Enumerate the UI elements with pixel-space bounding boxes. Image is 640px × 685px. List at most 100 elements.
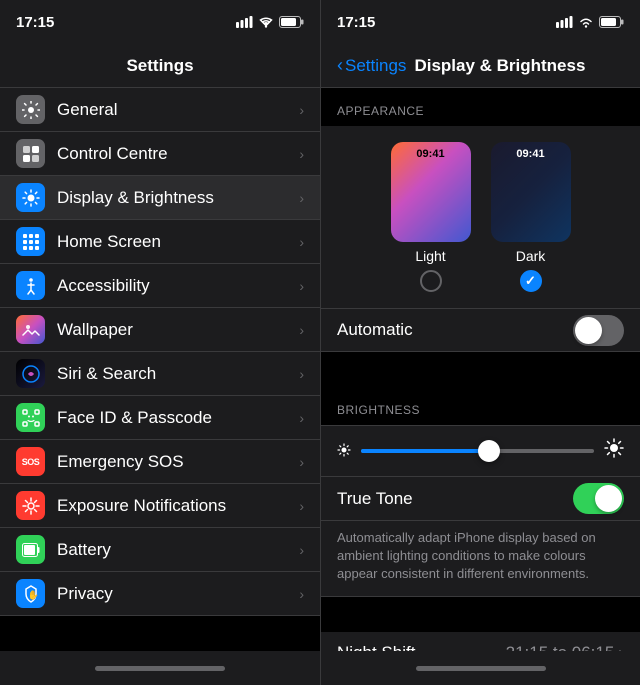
wifi-icon (258, 16, 274, 28)
wallpaper-label: Wallpaper (57, 320, 299, 340)
brightness-high-icon (604, 438, 624, 464)
gap2 (321, 597, 640, 632)
dark-label: Dark (516, 248, 546, 264)
right-content: APPEARANCE 09:41 Light 09:41 Dark ✓ (321, 88, 640, 651)
status-bar-right: 17:15 (321, 0, 640, 44)
emergency-sos-label: Emergency SOS (57, 452, 299, 472)
settings-item-home-screen[interactable]: Home Screen › (0, 220, 320, 264)
display-brightness-icon (16, 183, 45, 212)
general-label: General (57, 100, 299, 120)
battery-icon (16, 535, 45, 564)
control-centre-chevron: › (299, 146, 304, 162)
display-brightness-chevron: › (299, 190, 304, 206)
section-divider (0, 616, 320, 651)
brightness-section (321, 425, 640, 477)
slider-fill (361, 449, 489, 453)
wifi-icon-right (578, 16, 594, 28)
accessibility-chevron: › (299, 278, 304, 294)
true-tone-toggle-thumb (595, 485, 622, 512)
night-shift-chevron: › (618, 643, 624, 651)
exposure-label: Exposure Notifications (57, 496, 299, 516)
battery-icon-right (599, 16, 624, 28)
right-panel: 17:15 ‹ Settings Display (320, 0, 640, 685)
brightness-slider[interactable] (361, 449, 594, 453)
wallpaper-icon (16, 315, 45, 344)
accessibility-label: Accessibility (57, 276, 299, 296)
true-tone-row: True Tone (321, 477, 640, 521)
true-tone-desc: Automatically adapt iPhone display based… (321, 521, 640, 597)
settings-item-battery[interactable]: Battery › (0, 528, 320, 572)
display-brightness-label: Display & Brightness (57, 188, 299, 208)
dark-preview-time: 09:41 (516, 148, 544, 160)
home-screen-chevron: › (299, 234, 304, 250)
status-time-right: 17:15 (337, 14, 375, 31)
automatic-toggle[interactable] (573, 315, 624, 346)
settings-item-face-id[interactable]: Face ID & Passcode › (0, 396, 320, 440)
wallpaper-chevron: › (299, 322, 304, 338)
dark-radio[interactable]: ✓ (520, 270, 542, 292)
face-id-chevron: › (299, 410, 304, 426)
home-screen-icon (16, 227, 45, 256)
settings-item-wallpaper[interactable]: Wallpaper › (0, 308, 320, 352)
status-time-left: 17:15 (16, 14, 54, 31)
automatic-row: Automatic (321, 308, 640, 352)
light-preview-time: 09:41 (416, 148, 444, 160)
appearance-section: 09:41 Light 09:41 Dark ✓ (321, 126, 640, 308)
brightness-low-icon (337, 443, 351, 460)
settings-item-control-centre[interactable]: Control Centre › (0, 132, 320, 176)
settings-item-accessibility[interactable]: Accessibility › (0, 264, 320, 308)
light-preview: 09:41 (391, 142, 471, 242)
svg-text:✋: ✋ (27, 589, 38, 600)
right-bottom-bar (321, 651, 640, 685)
brightness-row (337, 438, 624, 464)
settings-list: General › Control Centre › Display & Bri… (0, 88, 320, 651)
checkmark-icon: ✓ (525, 273, 536, 289)
left-bottom-bar (0, 651, 320, 685)
accessibility-icon (16, 271, 45, 300)
brightness-header: BRIGHTNESS (321, 387, 640, 425)
settings-item-display-brightness[interactable]: Display & Brightness › (0, 176, 320, 220)
emergency-sos-chevron: › (299, 454, 304, 470)
settings-item-exposure[interactable]: Exposure Notifications › (0, 484, 320, 528)
settings-item-emergency-sos[interactable]: SOS Emergency SOS › (0, 440, 320, 484)
general-icon (16, 95, 45, 124)
battery-label: Battery (57, 540, 299, 560)
settings-item-general[interactable]: General › (0, 88, 320, 132)
battery-chevron: › (299, 542, 304, 558)
dark-preview: 09:41 (491, 142, 571, 242)
face-id-icon (16, 403, 45, 432)
automatic-toggle-thumb (575, 317, 602, 344)
appearance-dark-option[interactable]: 09:41 Dark ✓ (491, 142, 571, 292)
true-tone-label: True Tone (337, 489, 413, 509)
back-chevron-icon: ‹ (337, 55, 343, 76)
settings-item-privacy[interactable]: ✋ Privacy › (0, 572, 320, 616)
settings-item-siri-search[interactable]: Siri & Search › (0, 352, 320, 396)
right-nav-bar: ‹ Settings Display & Brightness (321, 44, 640, 88)
status-icons-left (236, 16, 304, 28)
control-centre-label: Control Centre (57, 144, 299, 164)
night-shift-value: 21:15 to 06:15 › (506, 643, 624, 651)
slider-thumb[interactable] (478, 440, 500, 462)
automatic-label: Automatic (337, 320, 413, 340)
signal-icon (236, 16, 253, 28)
back-label: Settings (345, 56, 406, 76)
true-tone-toggle[interactable] (573, 483, 624, 514)
exposure-chevron: › (299, 498, 304, 514)
siri-icon (16, 359, 45, 388)
left-home-indicator (95, 666, 225, 671)
night-shift-row[interactable]: Night Shift 21:15 to 06:15 › (321, 632, 640, 651)
privacy-label: Privacy (57, 584, 299, 604)
exposure-icon (16, 491, 45, 520)
left-nav-title: Settings (126, 56, 193, 76)
back-button[interactable]: ‹ Settings (337, 55, 406, 76)
gap1 (321, 352, 640, 387)
light-radio[interactable] (420, 270, 442, 292)
appearance-light-option[interactable]: 09:41 Light (391, 142, 471, 292)
signal-icon-right (556, 16, 573, 28)
right-nav-title: Display & Brightness (414, 56, 585, 76)
status-bar-left: 17:15 (0, 0, 320, 44)
privacy-chevron: › (299, 586, 304, 602)
general-chevron: › (299, 102, 304, 118)
status-icons-right (556, 16, 624, 28)
siri-label: Siri & Search (57, 364, 299, 384)
